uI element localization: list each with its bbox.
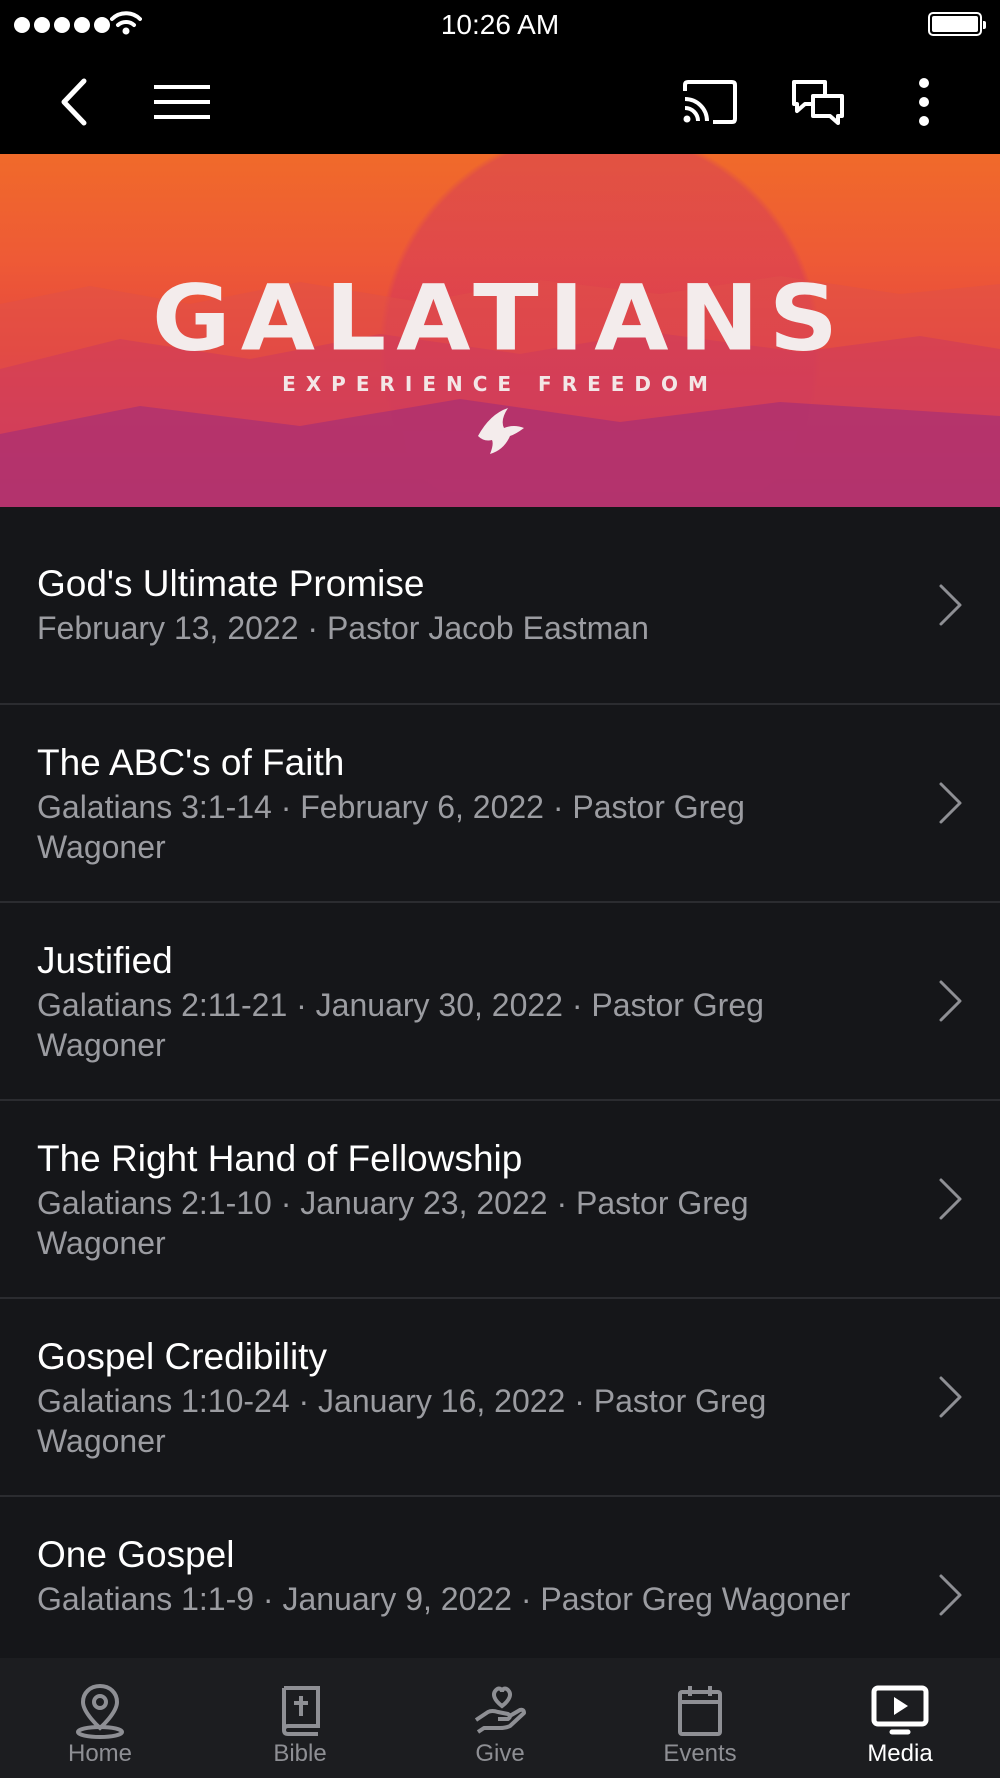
status-bar: 10:26 AM bbox=[0, 0, 1000, 50]
dove-icon bbox=[478, 408, 524, 454]
tab-give[interactable]: Give bbox=[400, 1658, 600, 1778]
bottom-tab-bar: Home Bible Give Events Media bbox=[0, 1658, 1000, 1778]
sermon-title: One Gospel bbox=[37, 1534, 235, 1575]
calendar-icon bbox=[678, 1686, 722, 1736]
list-item[interactable]: God's Ultimate Promise February 13, 2022… bbox=[0, 507, 1000, 705]
tab-media[interactable]: Media bbox=[800, 1658, 1000, 1778]
sermon-list: God's Ultimate Promise February 13, 2022… bbox=[0, 507, 1000, 1695]
tab-label: Events bbox=[663, 1740, 737, 1767]
more-options-button[interactable] bbox=[900, 50, 948, 154]
sermon-meta: Galatians 2:1-10 · January 23, 2022 · Pa… bbox=[37, 1185, 749, 1261]
tab-events[interactable]: Events bbox=[600, 1658, 800, 1778]
back-button[interactable] bbox=[46, 50, 102, 154]
chat-button[interactable] bbox=[786, 50, 850, 154]
sermon-meta: Galatians 2:11-21 · January 30, 2022 · P… bbox=[37, 987, 764, 1063]
list-item[interactable]: The ABC's of Faith Galatians 3:1-14 · Fe… bbox=[0, 705, 1000, 903]
chevron-right-icon bbox=[939, 1178, 962, 1220]
tab-label: Media bbox=[867, 1740, 933, 1767]
banner-subtitle: EXPERIENCE FREEDOM bbox=[282, 372, 718, 396]
map-pin-icon bbox=[76, 1683, 124, 1739]
sermon-meta: Galatians 1:1-9 · January 9, 2022 · Past… bbox=[37, 1581, 851, 1617]
sermon-title: The ABC's of Faith bbox=[37, 742, 345, 783]
sermon-title: Justified bbox=[37, 940, 173, 981]
list-item[interactable]: Justified Galatians 2:11-21 · January 30… bbox=[0, 903, 1000, 1101]
give-hand-heart-icon bbox=[474, 1686, 526, 1734]
more-vertical-icon bbox=[919, 78, 929, 126]
sermon-title: God's Ultimate Promise bbox=[37, 563, 425, 604]
battery-icon bbox=[928, 12, 986, 36]
cast-icon bbox=[683, 80, 737, 124]
status-time: 10:26 AM bbox=[440, 9, 560, 40]
tab-bible[interactable]: Bible bbox=[200, 1658, 400, 1778]
chevron-right-icon bbox=[939, 980, 962, 1022]
top-nav-bar bbox=[0, 50, 1000, 154]
series-banner: GALATIANS EXPERIENCE FREEDOM bbox=[0, 154, 1000, 507]
chevron-right-icon bbox=[939, 584, 962, 626]
sermon-meta: February 13, 2022 · Pastor Jacob Eastman bbox=[37, 610, 649, 646]
chevron-right-icon bbox=[939, 782, 962, 824]
hamburger-menu-icon bbox=[154, 85, 210, 119]
sermon-meta: Galatians 3:1-14 · February 6, 2022 · Pa… bbox=[37, 789, 745, 865]
list-item[interactable]: The Right Hand of Fellowship Galatians 2… bbox=[0, 1101, 1000, 1299]
chevron-left-icon bbox=[61, 78, 87, 126]
sermon-title: Gospel Credibility bbox=[37, 1336, 327, 1377]
sermon-meta: Galatians 1:10-24 · January 16, 2022 · P… bbox=[37, 1383, 767, 1459]
list-item[interactable]: Gospel Credibility Galatians 1:10-24 · J… bbox=[0, 1299, 1000, 1497]
tab-label: Give bbox=[475, 1740, 525, 1767]
banner-title: GALATIANS bbox=[151, 264, 849, 372]
sermon-title: The Right Hand of Fellowship bbox=[37, 1138, 523, 1179]
cast-button[interactable] bbox=[678, 50, 742, 154]
tab-home[interactable]: Home bbox=[0, 1658, 200, 1778]
chevron-right-icon bbox=[939, 1574, 962, 1616]
tab-label: Home bbox=[67, 1740, 133, 1767]
chevron-right-icon bbox=[939, 1376, 962, 1418]
bible-icon bbox=[281, 1686, 320, 1736]
menu-button[interactable] bbox=[150, 50, 214, 154]
tab-label: Bible bbox=[273, 1740, 327, 1767]
chat-bubbles-icon bbox=[792, 80, 844, 125]
media-play-icon bbox=[871, 1685, 929, 1735]
